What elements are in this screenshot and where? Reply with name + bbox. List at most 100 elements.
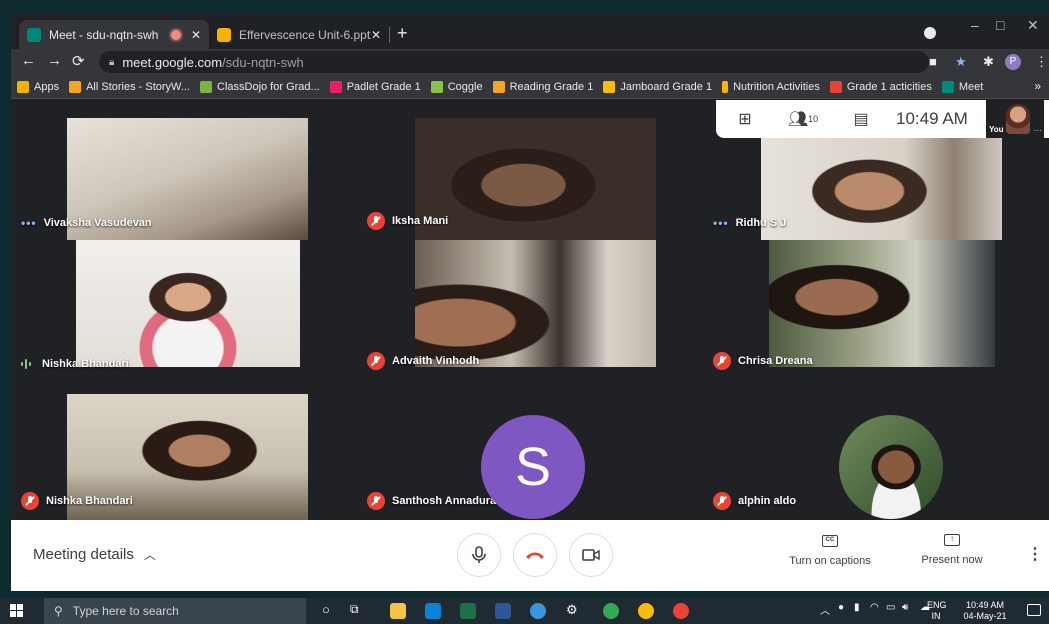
participant-tile[interactable]: Nishka Bhandari bbox=[11, 240, 357, 380]
word-icon[interactable] bbox=[495, 603, 511, 619]
microphone-button[interactable] bbox=[457, 533, 501, 577]
chevron-up-icon: ︿ bbox=[143, 548, 156, 562]
bookmark-classdojo[interactable]: ClassDojo for Grad... bbox=[200, 80, 320, 93]
chrome-active-icon[interactable] bbox=[673, 603, 689, 619]
participant-nametag: ••• Ridhu S J bbox=[713, 216, 786, 230]
bookmark-nutrition[interactable]: Nutrition Activities bbox=[722, 80, 820, 93]
self-view-thumbnail[interactable]: You ... bbox=[986, 100, 1044, 138]
participant-nametag: Nishka Bhandari bbox=[21, 492, 133, 510]
windows-start-icon[interactable] bbox=[10, 604, 24, 618]
close-tab-icon[interactable]: ✕ bbox=[191, 28, 201, 42]
end-call-button[interactable] bbox=[513, 533, 557, 577]
meeting-details-button[interactable]: Meeting details ︿ bbox=[33, 546, 156, 563]
url-domain: meet.google.com bbox=[122, 54, 223, 70]
tab-divider bbox=[389, 27, 390, 43]
captions-button[interactable]: CC Turn on captions bbox=[780, 532, 880, 567]
url-input[interactable]: 🔒︎ meet.google.com /sdu-nqtn-swh bbox=[99, 51, 929, 73]
battery-icon[interactable]: ▭ bbox=[886, 602, 895, 613]
browser-menu-icon[interactable]: ⋮ bbox=[1035, 54, 1048, 70]
maximize-button[interactable]: □ bbox=[996, 17, 1004, 33]
participant-tile[interactable]: ••• Vivaksha Vasudevan bbox=[11, 100, 357, 240]
bookmark-meet[interactable]: Meet bbox=[941, 80, 983, 93]
profile-indicator-icon[interactable] bbox=[924, 27, 936, 39]
chat-icon: ▤ bbox=[853, 111, 869, 128]
bookmark-padlet[interactable]: Padlet Grade 1 bbox=[329, 80, 421, 93]
camera-button[interactable] bbox=[569, 533, 613, 577]
participant-name: Advaith Vinhodh bbox=[392, 355, 480, 367]
close-window-button[interactable]: ✕ bbox=[1027, 17, 1039, 34]
bookmark-apps[interactable]: Apps bbox=[17, 80, 59, 93]
task-view-icon[interactable]: ⧉ bbox=[350, 602, 359, 617]
camera-indicator-icon[interactable]: ■ bbox=[929, 54, 937, 69]
close-tab-icon[interactable]: ✕ bbox=[371, 28, 381, 42]
participant-tile[interactable]: Iksha Mani bbox=[357, 100, 703, 240]
participant-nametag: Nishka Bhandari bbox=[21, 358, 129, 370]
new-tab-button[interactable]: + bbox=[397, 23, 408, 44]
extensions-icon[interactable]: ✱ bbox=[983, 54, 994, 70]
participant-tile[interactable]: Nishka Bhandari bbox=[11, 380, 357, 520]
forward-arrow-icon[interactable]: → bbox=[47, 52, 62, 69]
settings-gear-icon[interactable]: ⚙ bbox=[566, 602, 578, 618]
present-now-button[interactable]: ↑ Present now bbox=[902, 532, 1002, 566]
bookmark-label: Jamboard Grade 1 bbox=[620, 80, 713, 93]
excel-icon[interactable] bbox=[460, 603, 476, 619]
layout-grid-button[interactable]: ⊞ bbox=[716, 100, 774, 138]
language-indicator[interactable]: ENG IN bbox=[927, 600, 947, 622]
mic-muted-icon bbox=[713, 492, 731, 510]
grid-layout-icon: ⊞ bbox=[738, 111, 752, 128]
participant-nametag: Santhosh Annadurai bbox=[367, 492, 499, 510]
browser-app-icon[interactable] bbox=[530, 603, 546, 619]
nutrition-icon bbox=[722, 80, 729, 93]
wifi-icon[interactable]: ◠ bbox=[870, 602, 879, 613]
tray-mic-icon[interactable]: ▮ bbox=[854, 602, 860, 613]
participant-name: Chrisa Dreana bbox=[738, 355, 813, 367]
lock-icon: 🔒︎ bbox=[109, 56, 115, 68]
participant-video bbox=[76, 240, 300, 367]
more-options-icon[interactable]: ••• bbox=[21, 216, 37, 230]
tray-overflow-icon[interactable]: ︿ bbox=[820, 602, 830, 617]
mic-muted-icon bbox=[367, 492, 385, 510]
windows-taskbar: ⚲ Type here to search ○ ⧉ ⚙ ︿ ● ▮ ◠ ▭ 🔊︎… bbox=[0, 598, 1049, 624]
storyweaver-icon bbox=[69, 80, 82, 93]
chrome-icon[interactable] bbox=[603, 603, 619, 619]
meeting-clock: 10:49 AM bbox=[896, 109, 968, 128]
more-options-icon[interactable]: ••• bbox=[713, 216, 729, 230]
bookmark-reading[interactable]: Reading Grade 1 bbox=[492, 80, 593, 93]
tray-app-icon[interactable]: ● bbox=[838, 602, 844, 613]
bookmark-label: Padlet Grade 1 bbox=[346, 80, 421, 93]
participant-tile[interactable]: Chrisa Dreana bbox=[703, 240, 1049, 380]
end-call-icon bbox=[526, 552, 544, 559]
bookmark-storyweaver[interactable]: All Stories - StoryW... bbox=[69, 80, 190, 93]
taskbar-clock[interactable]: 10:49 AM 04-May-21 bbox=[952, 600, 1018, 622]
language-bottom: IN bbox=[931, 611, 941, 621]
bookmark-label: Nutrition Activities bbox=[733, 80, 820, 93]
taskbar-date: 04-May-21 bbox=[963, 611, 1007, 621]
taskbar-time: 10:49 AM bbox=[965, 600, 1005, 610]
grade1-icon bbox=[829, 80, 842, 93]
profile-avatar[interactable]: P bbox=[1005, 54, 1021, 70]
participants-button[interactable]: 👥︎ 10 bbox=[774, 100, 832, 138]
chat-button[interactable]: ▤ bbox=[832, 100, 890, 138]
mail-icon[interactable] bbox=[425, 603, 441, 619]
bookmarks-overflow-icon[interactable]: » bbox=[1034, 79, 1041, 93]
bookmark-star-icon[interactable]: ★ bbox=[955, 54, 967, 70]
more-options-icon[interactable]: ⋮ bbox=[1027, 544, 1043, 564]
bookmark-coggle[interactable]: Coggle bbox=[430, 80, 483, 93]
volume-icon[interactable]: 🔊︎ bbox=[902, 602, 908, 613]
mic-muted-icon bbox=[713, 352, 731, 370]
notifications-icon[interactable] bbox=[1027, 604, 1041, 616]
participant-tile[interactable]: Advaith Vinhodh bbox=[357, 240, 703, 380]
file-explorer-icon[interactable] bbox=[390, 603, 406, 619]
participant-nametag: alphin aldo bbox=[713, 492, 796, 510]
tab-meet[interactable]: Meet - sdu-nqtn-swh ✕ bbox=[19, 20, 209, 49]
tab-slides[interactable]: Effervescence Unit-6.pptx - Goo ✕ bbox=[209, 20, 389, 49]
self-more-icon[interactable]: ... bbox=[1034, 123, 1042, 134]
cortana-icon[interactable]: ○ bbox=[322, 602, 330, 617]
back-arrow-icon[interactable]: ← bbox=[21, 52, 36, 69]
bookmark-jamboard[interactable]: Jamboard Grade 1 bbox=[603, 80, 713, 93]
bookmark-grade1[interactable]: Grade 1 acticities bbox=[829, 80, 932, 93]
chrome-profile-icon[interactable] bbox=[638, 603, 654, 619]
taskbar-search-input[interactable]: ⚲ Type here to search bbox=[44, 598, 306, 624]
minimize-button[interactable]: – bbox=[971, 17, 979, 33]
reload-icon[interactable]: ⟳ bbox=[72, 52, 85, 70]
